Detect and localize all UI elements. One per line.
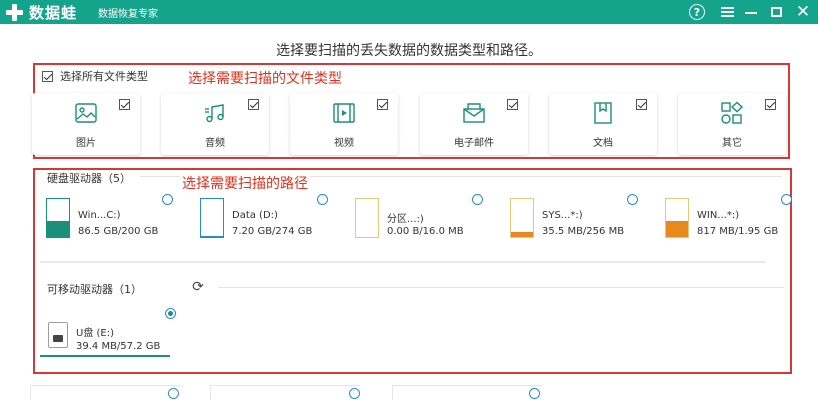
- file-types-annotation: 选择需要扫描的文件类型: [188, 71, 342, 87]
- drive-name: Win...C:): [78, 210, 121, 221]
- drive-item[interactable]: Win...C:) 86.5 GB/200 GB: [46, 198, 196, 242]
- select-all-check-icon: [42, 70, 53, 82]
- section-divider: [218, 287, 784, 288]
- drive-name: Data (D:): [232, 210, 278, 221]
- drive-usage-fill: [511, 231, 533, 237]
- drive-name: 分区...:): [387, 214, 424, 225]
- email-icon: [463, 103, 485, 123]
- hard-drives-label: 硬盘驱动器（5）: [47, 172, 131, 185]
- removable-drive-item[interactable]: U盘 (E:) 39.4 MB/57.2 GB: [48, 316, 178, 356]
- file-type-checkbox[interactable]: [248, 99, 259, 110]
- title-bar: 数据蛙 数据恢复专家 ? ✕: [0, 0, 818, 24]
- drive-item[interactable]: SYS...*:) 35.5 MB/256 MB: [510, 198, 660, 242]
- file-type-card-document[interactable]: 文档: [549, 93, 657, 155]
- drive-icon: [510, 198, 534, 238]
- drive-radio[interactable]: [627, 194, 638, 205]
- drive-icon: [200, 198, 224, 238]
- logo-cross-icon: [6, 3, 23, 21]
- minimize-icon: [745, 12, 757, 14]
- bottom-card: [392, 385, 542, 400]
- drive-item[interactable]: WIN...*:) 817 MB/1.95 GB: [665, 198, 785, 242]
- video-icon: [333, 103, 355, 123]
- file-type-checkbox[interactable]: [765, 99, 776, 110]
- paths-annotation: 选择需要扫描的路径: [182, 176, 308, 192]
- drive-size: 7.20 GB/274 GB: [232, 226, 313, 237]
- select-all-checkbox[interactable]: 选择所有文件类型: [42, 68, 148, 84]
- removable-drives-label: 可移动驱动器（1）: [47, 283, 142, 296]
- maximize-button[interactable]: [765, 0, 787, 24]
- menu-icon: [720, 7, 734, 17]
- drive-radio[interactable]: [162, 194, 173, 205]
- app-subtitle: 数据恢复专家: [98, 9, 158, 20]
- file-type-checkbox[interactable]: [377, 99, 388, 110]
- drive-icon: [665, 198, 689, 238]
- file-type-label: 视频: [334, 138, 354, 149]
- usb-drive-icon: [48, 322, 68, 348]
- drive-icon: [46, 198, 70, 238]
- drive-size: 817 MB/1.95 GB: [697, 226, 779, 237]
- file-type-checkbox[interactable]: [507, 99, 518, 110]
- removable-drive-radio[interactable]: [165, 308, 176, 319]
- file-type-label: 电子邮件: [454, 138, 494, 149]
- file-type-card-email[interactable]: 电子邮件: [420, 93, 528, 155]
- image-icon: [75, 103, 97, 123]
- drive-usage-fill: [201, 235, 223, 237]
- bottom-radio[interactable]: [529, 388, 540, 399]
- document-icon: [594, 102, 612, 124]
- help-icon: ?: [689, 4, 705, 20]
- file-type-label: 音频: [205, 138, 225, 149]
- section-divider: [140, 176, 180, 177]
- close-icon: ✕: [795, 1, 811, 22]
- file-type-card-video[interactable]: 视频: [290, 93, 398, 155]
- file-type-label: 文档: [593, 138, 613, 149]
- drive-radio[interactable]: [472, 194, 483, 205]
- drive-name: WIN...*:): [697, 210, 740, 221]
- bottom-radio[interactable]: [349, 388, 360, 399]
- file-type-checkbox[interactable]: [636, 99, 647, 110]
- file-type-card-other[interactable]: 其它: [678, 93, 786, 155]
- file-type-checkbox[interactable]: [119, 99, 130, 110]
- drive-name: SYS...*:): [542, 210, 583, 221]
- file-type-card-audio[interactable]: 音频: [161, 93, 269, 155]
- drive-usage-fill: [666, 221, 688, 237]
- drive-size: 0.00 B/16.0 MB: [387, 226, 464, 237]
- minimize-button[interactable]: [740, 0, 762, 24]
- logo-text: 数据蛙: [29, 3, 78, 22]
- maximize-icon: [770, 7, 782, 17]
- drive-item[interactable]: 分区...:) 0.00 B/16.0 MB: [355, 198, 505, 242]
- section-divider: [310, 176, 782, 177]
- music-icon: [205, 104, 224, 123]
- select-all-label: 选择所有文件类型: [60, 70, 148, 83]
- drive-size: 35.5 MB/256 MB: [542, 226, 625, 237]
- drive-radio[interactable]: [781, 194, 792, 205]
- drives-divider: [40, 261, 766, 263]
- other-icon: [721, 101, 744, 124]
- file-type-label: 图片: [76, 138, 96, 149]
- file-type-label: 其它: [722, 138, 742, 149]
- menu-button[interactable]: [716, 0, 738, 24]
- drive-icon: [355, 198, 379, 238]
- drive-size: 39.4 MB/57.2 GB: [76, 341, 161, 352]
- page-heading: 选择要扫描的丢失数据的数据类型和路径。: [276, 43, 542, 59]
- file-type-card-image[interactable]: 图片: [32, 93, 140, 155]
- drive-usage-fill: [47, 220, 69, 237]
- help-button[interactable]: ?: [686, 0, 708, 24]
- refresh-icon[interactable]: ⟳: [190, 279, 206, 295]
- selected-drive-underline: [40, 355, 170, 357]
- bottom-card: [30, 385, 180, 400]
- close-button[interactable]: ✕: [792, 0, 814, 24]
- drive-item[interactable]: Data (D:) 7.20 GB/274 GB: [200, 198, 350, 242]
- bottom-card: [210, 385, 360, 400]
- bottom-radio[interactable]: [168, 388, 179, 399]
- drive-radio[interactable]: [317, 194, 328, 205]
- drive-size: 86.5 GB/200 GB: [78, 226, 159, 237]
- app-logo: 数据蛙: [6, 2, 77, 22]
- drive-name: U盘 (E:): [76, 328, 114, 339]
